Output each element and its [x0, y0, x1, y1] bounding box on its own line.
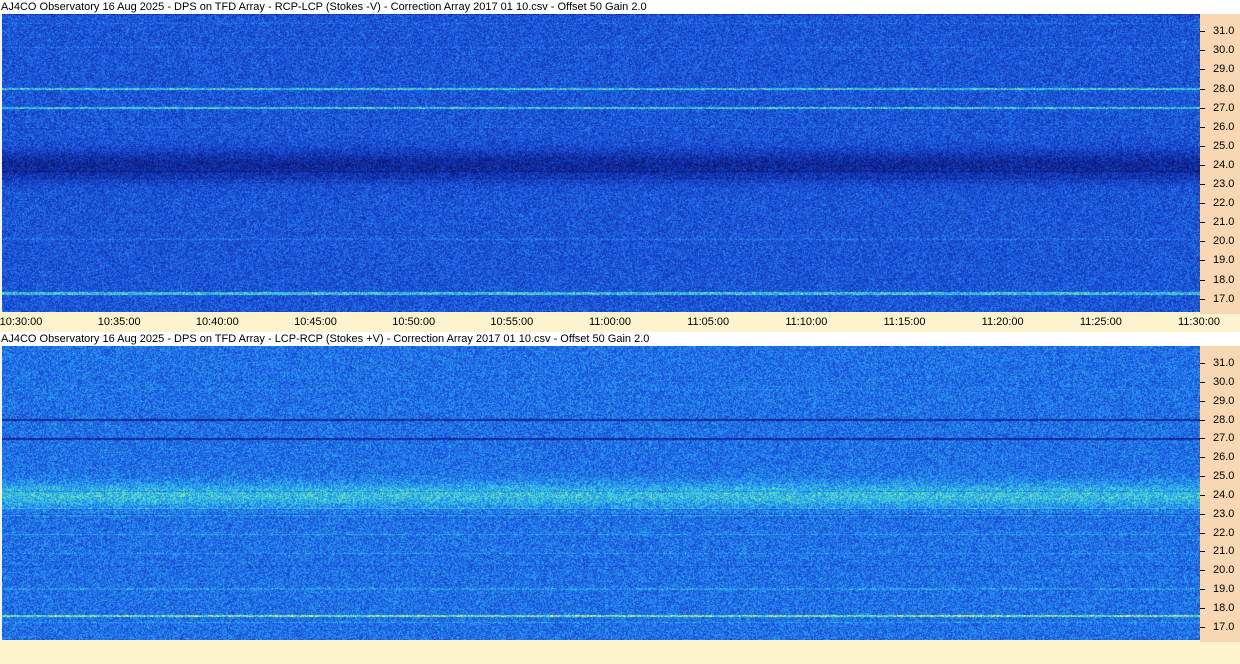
y-tick-mark: [1200, 570, 1205, 572]
y-tick-label: 28.0: [1213, 82, 1235, 95]
y-tick-label: 22.0: [1213, 526, 1235, 539]
y-tick-mark: [1200, 184, 1205, 185]
y-tick-label: 20.0: [1213, 235, 1235, 248]
y-tick-label: 24.0: [1213, 158, 1235, 171]
y-tick-mark: [1200, 476, 1205, 478]
y-tick-label: 24.0: [1213, 488, 1235, 501]
y-tick-label: 23.0: [1213, 507, 1235, 520]
y-tick-label: 29.0: [1213, 63, 1235, 76]
x-tick-label: 11:00:00: [588, 316, 632, 328]
y-tick-mark: [1200, 203, 1205, 205]
top-spectrogram-title: AJ4CO Observatory 16 Aug 2025 - DPS on T…: [0, 0, 1240, 14]
bottom-spectrogram-title: AJ4CO Observatory 16 Aug 2025 - DPS on T…: [0, 332, 1240, 346]
y-tick-mark: [1200, 494, 1205, 496]
y-tick-mark: [1200, 145, 1205, 147]
y-tick-label: 30.0: [1213, 44, 1235, 57]
y-tick-mark: [1200, 400, 1205, 402]
y-tick-mark: [1200, 241, 1205, 243]
x-tick-label: 11:15:00: [883, 316, 926, 328]
y-tick-label: 18.0: [1213, 273, 1235, 286]
y-tick-label: 19.0: [1213, 583, 1235, 596]
x-tick-label: 11:20:00: [981, 316, 1024, 328]
y-tick-mark: [1200, 438, 1205, 440]
y-tick-mark: [1200, 381, 1205, 383]
y-tick-label: 30.0: [1213, 375, 1235, 388]
x-tick-label: 10:35:00: [97, 316, 141, 328]
y-tick-label: 25.0: [1213, 470, 1235, 483]
y-tick-label: 26.0: [1213, 120, 1235, 133]
y-tick-mark: [1200, 279, 1205, 281]
y-tick-mark: [1200, 260, 1205, 262]
y-tick-label: 23.0: [1213, 178, 1235, 190]
y-tick-mark: [1200, 589, 1205, 591]
x-tick-label: 10:55:00: [490, 316, 534, 328]
bottom-status-bar: [0, 642, 1240, 664]
y-tick-label: 28.0: [1213, 413, 1235, 426]
y-tick-mark: [1200, 222, 1205, 224]
y-tick-label: 27.0: [1213, 432, 1235, 445]
bottom-spectrogram-stokes-plus-v: [2, 346, 1200, 640]
y-tick-mark: [1200, 626, 1205, 628]
y-tick-mark: [1200, 126, 1205, 128]
x-tick-label: 11:05:00: [687, 316, 730, 328]
y-tick-label: 17.0: [1213, 620, 1235, 633]
y-tick-mark: [1200, 457, 1205, 459]
y-tick-label: 26.0: [1213, 451, 1235, 464]
y-tick-label: 17.0: [1213, 292, 1235, 305]
y-tick-label: 19.0: [1213, 254, 1235, 267]
y-tick-mark: [1200, 164, 1205, 166]
x-tick-label: 10:50:00: [392, 316, 436, 328]
y-tick-mark: [1200, 551, 1205, 553]
y-tick-label: 21.0: [1213, 545, 1235, 558]
y-tick-mark: [1200, 88, 1205, 90]
y-tick-mark: [1200, 298, 1205, 300]
y-tick-mark: [1200, 607, 1205, 609]
y-tick-mark: [1200, 69, 1205, 71]
x-tick-label: 11:25:00: [1079, 316, 1122, 328]
x-tick-label: 11:10:00: [785, 316, 828, 328]
x-tick-label: 10:45:00: [294, 316, 337, 328]
y-tick-label: 25.0: [1213, 139, 1235, 152]
y-tick-label: 31.0: [1213, 25, 1235, 38]
y-tick-label: 29.0: [1213, 394, 1235, 407]
y-tick-label: 21.0: [1213, 216, 1235, 229]
y-tick-mark: [1200, 31, 1205, 33]
y-tick-mark: [1200, 513, 1205, 515]
y-tick-label: 20.0: [1213, 564, 1235, 577]
top-spectrogram-stokes-minus-v: [2, 14, 1200, 312]
x-tick-label: 10:40:00: [195, 316, 239, 328]
y-tick-mark: [1200, 532, 1205, 534]
top-frequency-axis: 31.0 30.0 29.0 28.0 27.0 26.0 25.0 24.0 23.0 22.0…: [1200, 14, 1240, 314]
time-axis: 10:30:00 10:35:00 10:40:00 10:45:00 10:50:00…: [0, 314, 1240, 330]
y-tick-mark: [1200, 107, 1205, 109]
y-tick-label: 27.0: [1213, 101, 1235, 114]
y-tick-label: 22.0: [1213, 197, 1235, 210]
y-tick-mark: [1200, 419, 1205, 421]
x-tick-label: 10:30:00: [0, 316, 43, 328]
y-tick-mark: [1200, 362, 1205, 364]
x-tick-label: 11:30:00: [1177, 316, 1221, 328]
y-tick-mark: [1200, 50, 1205, 52]
y-tick-label: 18.0: [1213, 601, 1235, 614]
bottom-frequency-axis: 31.0 30.0 29.0 28.0 27.0 26.0 25.0 24.0 23.0 22.0…: [1200, 346, 1240, 642]
y-tick-label: 31.0: [1213, 356, 1235, 369]
